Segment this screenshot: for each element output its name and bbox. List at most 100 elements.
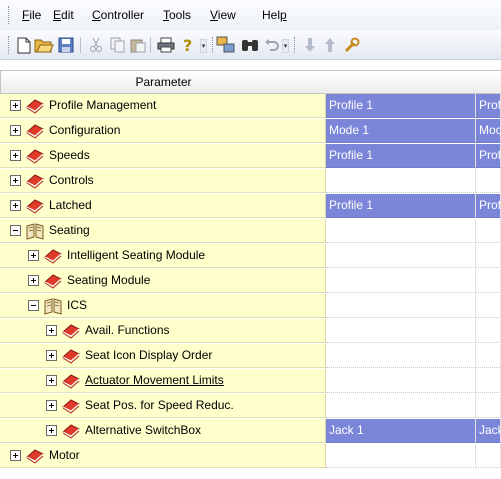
expand-icon[interactable] — [46, 375, 57, 386]
expand-icon[interactable] — [10, 175, 21, 186]
menu-view[interactable]: View — [210, 8, 236, 22]
parameter-column-header[interactable]: Parameter — [0, 70, 327, 94]
expand-icon[interactable] — [10, 150, 21, 161]
value-cell[interactable]: Profile 1 — [326, 94, 476, 118]
expand-icon[interactable] — [46, 350, 57, 361]
value-cell[interactable] — [476, 294, 501, 318]
new-file-icon[interactable] — [14, 35, 34, 55]
expand-icon[interactable] — [28, 250, 39, 261]
expand-icon[interactable] — [10, 125, 21, 136]
toolbar-grip-handle[interactable] — [8, 36, 11, 54]
parameter-cell[interactable]: Alternative SwitchBox — [0, 419, 326, 443]
value-cell[interactable] — [326, 269, 476, 293]
cut-icon[interactable] — [86, 35, 106, 55]
parameter-cell[interactable]: Latched — [0, 194, 326, 218]
value-cell[interactable] — [326, 244, 476, 268]
print-icon[interactable] — [156, 35, 176, 55]
menu-controller[interactable]: Controller — [92, 8, 144, 22]
parameter-cell[interactable]: Motor — [0, 444, 326, 468]
tree-row[interactable]: Alternative SwitchBox Jack 1Jack — [0, 419, 501, 443]
menu-file[interactable]: File — [22, 8, 41, 22]
expand-icon[interactable] — [10, 200, 21, 211]
parameter-cell[interactable]: Configuration — [0, 119, 326, 143]
value-cell[interactable] — [476, 344, 501, 368]
parameter-cell[interactable]: Seating Module — [0, 269, 326, 293]
toolbar-grip-handle[interactable] — [294, 37, 297, 53]
download-icon[interactable] — [300, 35, 320, 55]
menu-grip-handle[interactable] — [8, 6, 11, 24]
tree-row[interactable]: Configuration Mode 1 Moc — [0, 119, 501, 143]
value-cell[interactable] — [476, 269, 501, 293]
tools-icon[interactable] — [342, 35, 362, 55]
open-folder-icon[interactable] — [34, 35, 54, 55]
toolbar-grip-handle[interactable] — [212, 37, 215, 53]
tree-row[interactable]: Motor — [0, 444, 501, 468]
find-replace-icon[interactable] — [216, 35, 236, 55]
value-cell[interactable]: Profile 1 — [326, 144, 476, 168]
toolbar-dropdown[interactable]: ▾ — [282, 39, 289, 53]
tree-row[interactable]: Intelligent Seating Module — [0, 244, 501, 268]
tree-row[interactable]: Profile Management Profile 1 Prof — [0, 94, 501, 118]
value-cell[interactable] — [326, 394, 476, 418]
paste-icon[interactable] — [128, 35, 148, 55]
value-cell[interactable] — [476, 219, 501, 243]
tree-row[interactable]: Seat Icon Display Order — [0, 344, 501, 368]
tree-row[interactable]: Actuator Movement Limits — [0, 369, 501, 393]
parameter-cell[interactable]: Profile Management — [0, 94, 326, 118]
value-column-header-2[interactable] — [475, 70, 501, 94]
value-cell[interactable]: Prof — [476, 94, 501, 118]
value-cell[interactable] — [476, 394, 501, 418]
value-cell[interactable] — [476, 444, 501, 468]
tree-row[interactable]: Seat Pos. for Speed Reduc. — [0, 394, 501, 418]
upload-icon[interactable] — [320, 35, 340, 55]
tree-row[interactable]: ICS — [0, 294, 501, 318]
value-cell[interactable]: Profile 1 — [326, 194, 476, 218]
parameter-cell[interactable]: Actuator Movement Limits — [0, 369, 326, 393]
value-cell[interactable] — [476, 244, 501, 268]
parameter-cell[interactable]: Speeds — [0, 144, 326, 168]
value-cell[interactable] — [326, 344, 476, 368]
menu-tools[interactable]: Tools — [163, 8, 191, 22]
value-cell[interactable]: Jack — [476, 419, 501, 443]
parameter-cell[interactable]: ICS — [0, 294, 326, 318]
help-icon[interactable]: ? — [178, 35, 198, 55]
expand-icon[interactable] — [10, 100, 21, 111]
menu-edit[interactable]: Edit — [53, 8, 74, 22]
parameter-cell[interactable]: Avail. Functions — [0, 319, 326, 343]
parameter-cell[interactable]: Seat Pos. for Speed Reduc. — [0, 394, 326, 418]
value-cell[interactable]: Moc — [476, 119, 501, 143]
parameter-cell[interactable]: Seating — [0, 219, 326, 243]
expand-icon[interactable] — [46, 325, 57, 336]
tree-row[interactable]: Seating — [0, 219, 501, 243]
value-cell[interactable] — [326, 319, 476, 343]
binoculars-icon[interactable] — [240, 35, 260, 55]
parameter-cell[interactable]: Intelligent Seating Module — [0, 244, 326, 268]
tree-row[interactable]: Controls — [0, 169, 501, 193]
value-cell[interactable] — [476, 369, 501, 393]
tree-row[interactable]: Speeds Profile 1 Prof — [0, 144, 501, 168]
save-icon[interactable] — [56, 35, 76, 55]
tree-row[interactable]: Seating Module — [0, 269, 501, 293]
value-cell[interactable] — [476, 169, 501, 193]
tree-row[interactable]: Latched Profile 1 Prof — [0, 194, 501, 218]
value-cell[interactable]: Jack 1 — [326, 419, 476, 443]
toolbar-dropdown[interactable]: ▾ — [200, 39, 207, 53]
collapse-icon[interactable] — [10, 225, 21, 236]
value-column-header-1[interactable] — [326, 70, 476, 94]
value-cell[interactable] — [476, 319, 501, 343]
value-cell[interactable] — [326, 369, 476, 393]
value-cell[interactable]: Prof — [476, 144, 501, 168]
value-cell[interactable]: Prof — [476, 194, 501, 218]
expand-icon[interactable] — [10, 450, 21, 461]
value-cell[interactable] — [326, 294, 476, 318]
value-cell[interactable]: Mode 1 — [326, 119, 476, 143]
collapse-icon[interactable] — [28, 300, 39, 311]
parameter-cell[interactable]: Controls — [0, 169, 326, 193]
copy-icon[interactable] — [108, 35, 128, 55]
value-cell[interactable] — [326, 219, 476, 243]
expand-icon[interactable] — [46, 400, 57, 411]
expand-icon[interactable] — [28, 275, 39, 286]
parameter-cell[interactable]: Seat Icon Display Order — [0, 344, 326, 368]
expand-icon[interactable] — [46, 425, 57, 436]
tree-row[interactable]: Avail. Functions — [0, 319, 501, 343]
